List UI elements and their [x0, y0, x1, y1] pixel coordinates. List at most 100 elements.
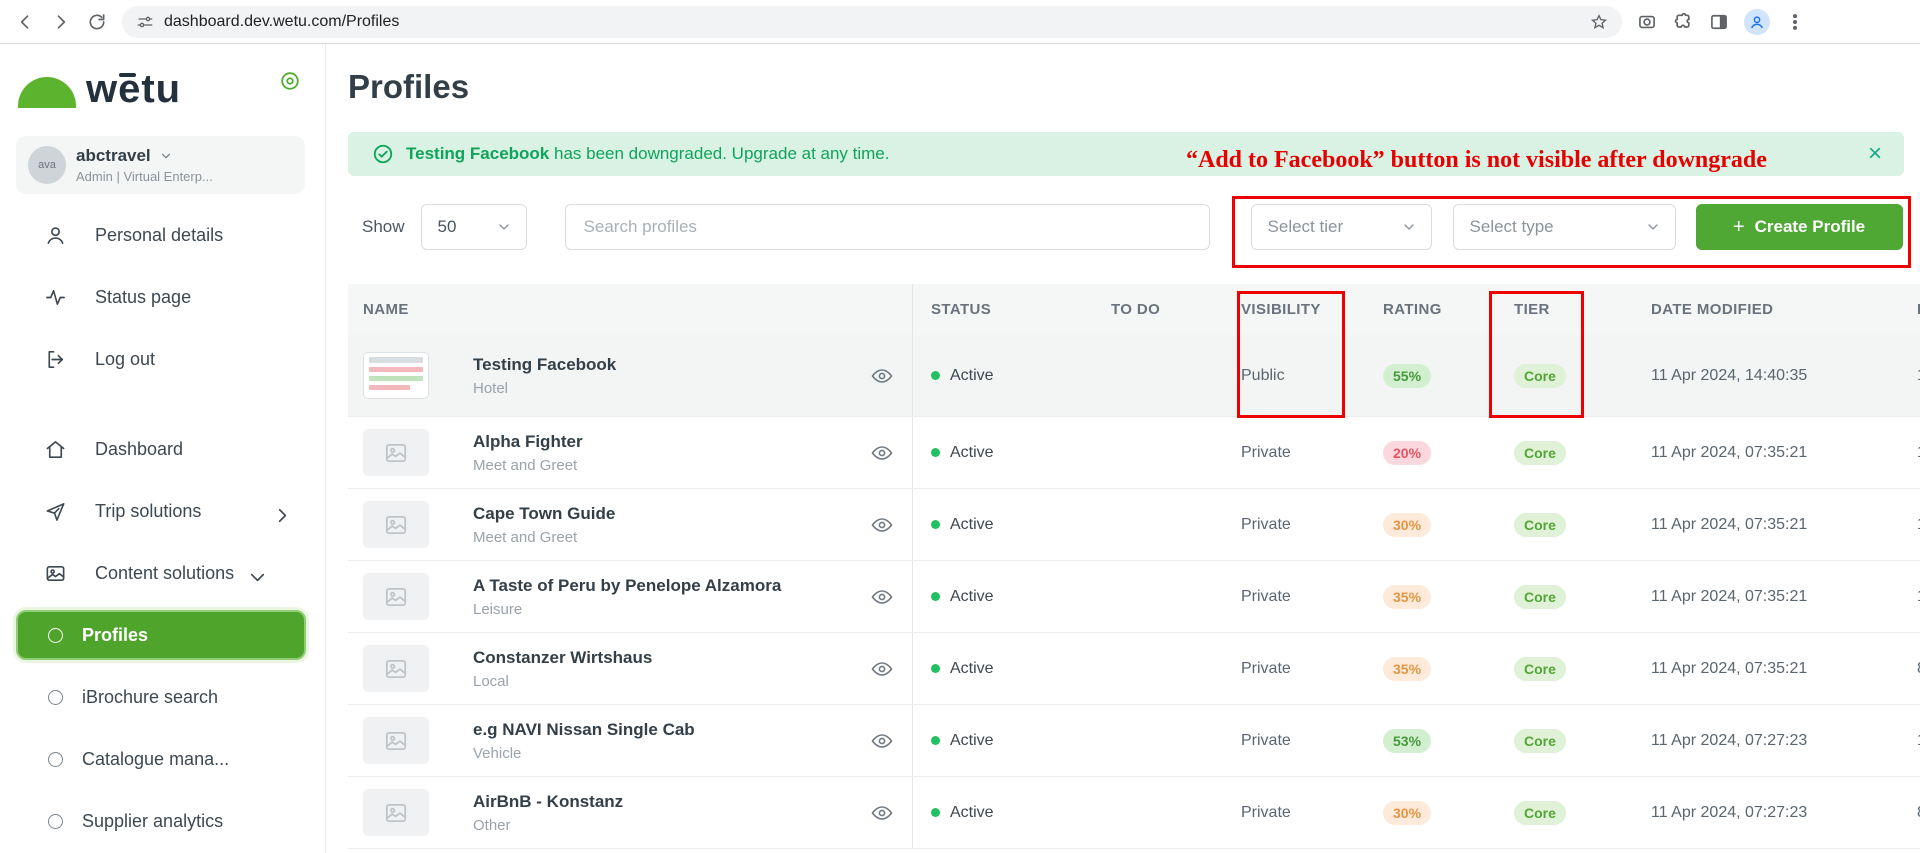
profile-type: Vehicle [473, 745, 695, 762]
preview-eye-icon[interactable] [870, 801, 894, 825]
account-avatar: ava [28, 146, 66, 184]
site-settings-icon[interactable] [136, 13, 154, 31]
clipped-cell: 1 [1899, 732, 1920, 750]
tier-badge: Core [1514, 729, 1566, 753]
logout-icon [44, 348, 67, 371]
visibility-value: Private [1223, 804, 1365, 822]
logo-wordmark: wetu [86, 70, 181, 108]
status-text: Active [950, 660, 994, 678]
circle-icon [48, 690, 63, 705]
column-header-status[interactable]: STATUS [913, 301, 1093, 318]
column-header-clipped[interactable]: D [1899, 301, 1920, 318]
status-text: Active [950, 804, 994, 822]
create-profile-button[interactable]: + Create Profile [1696, 204, 1903, 250]
date-modified: 11 Apr 2024, 07:35:21 [1633, 660, 1899, 678]
menu-item-status-page[interactable]: Status page [0, 266, 325, 328]
visibility-value: Private [1223, 516, 1365, 534]
sidebar-item-trip-solutions[interactable]: Trip solutions [0, 480, 325, 542]
side-panel-icon[interactable] [1708, 11, 1730, 33]
sidebar-item-ibrochure-search[interactable]: iBrochure search [0, 666, 325, 728]
account-name: abctravel [76, 146, 151, 166]
preview-eye-icon[interactable] [870, 513, 894, 537]
table-row[interactable]: Alpha Fighter Meet and Greet Active Priv… [348, 417, 1920, 489]
status-text: Active [950, 732, 994, 750]
reload-button[interactable] [86, 11, 108, 33]
date-modified: 11 Apr 2024, 07:35:21 [1633, 444, 1899, 462]
activity-icon [44, 286, 67, 309]
close-icon[interactable]: × [1868, 142, 1882, 166]
sidebar-item-catalogue-management[interactable]: Catalogue mana... [0, 728, 325, 790]
table-row[interactable]: Constanzer Wirtshaus Local Active Privat… [348, 633, 1920, 705]
sidebar-collapse-icon[interactable] [279, 70, 301, 97]
sidebar-item-supplier-analytics[interactable]: Supplier analytics [0, 790, 325, 852]
preview-eye-icon[interactable] [870, 364, 894, 388]
url-bar[interactable]: dashboard.dev.wetu.com/Profiles [122, 6, 1622, 38]
sidebar: wetu ava abctravel Admin | Virtual Enter… [0, 44, 326, 853]
preview-eye-icon[interactable] [870, 729, 894, 753]
profiles-table: NAME STATUS TO DO VISIBILITY RATING TIER… [348, 284, 1920, 849]
sidebar-item-profiles[interactable]: Profiles [16, 610, 306, 660]
profile-type: Local [473, 673, 652, 690]
account-role: Admin | Virtual Enterp... [76, 169, 213, 184]
person-icon [44, 224, 67, 247]
menu-item-log-out[interactable]: Log out [0, 328, 325, 390]
banner-text: Testing Facebook has been downgraded. Up… [406, 144, 890, 164]
date-modified: 11 Apr 2024, 07:35:21 [1633, 588, 1899, 606]
profile-type: Meet and Greet [473, 457, 583, 474]
column-header-name[interactable]: NAME [348, 284, 913, 335]
tier-select[interactable]: Select tier [1251, 204, 1432, 250]
account-card[interactable]: ava abctravel Admin | Virtual Enterp... [16, 136, 305, 194]
sidebar-item-dashboard[interactable]: Dashboard [0, 418, 325, 480]
chevron-down-icon [159, 149, 173, 163]
profile-name: Cape Town Guide [473, 503, 615, 525]
type-select[interactable]: Select type [1453, 204, 1676, 250]
sidebar-item-content-solutions[interactable]: Content solutions [0, 542, 325, 604]
tier-badge: Core [1514, 585, 1566, 609]
date-modified: 11 Apr 2024, 14:40:35 [1633, 367, 1899, 385]
thumbnail-placeholder [363, 429, 429, 476]
search-input[interactable] [565, 204, 1210, 250]
screen-capture-icon[interactable] [1636, 11, 1658, 33]
table-row[interactable]: A Taste of Peru by Penelope Alzamora Lei… [348, 561, 1920, 633]
tier-badge: Core [1514, 657, 1566, 681]
url-text: dashboard.dev.wetu.com/Profiles [164, 13, 1580, 31]
image-placeholder-icon [383, 656, 409, 682]
table-row[interactable]: Cape Town Guide Meet and Greet Active Pr… [348, 489, 1920, 561]
column-header-tier[interactable]: TIER [1496, 301, 1633, 318]
preview-eye-icon[interactable] [870, 657, 894, 681]
profile-name: Constanzer Wirtshaus [473, 647, 652, 669]
tier-badge: Core [1514, 441, 1566, 465]
back-button[interactable] [14, 11, 36, 33]
status-dot [931, 520, 940, 529]
preview-eye-icon[interactable] [870, 585, 894, 609]
column-header-date-modified[interactable]: DATE MODIFIED [1633, 301, 1899, 318]
clipped-cell: 8 [1899, 804, 1920, 822]
table-row[interactable]: e.g NAVI Nissan Single Cab Vehicle Activ… [348, 705, 1920, 777]
browser-profile-avatar[interactable] [1744, 9, 1770, 35]
wetu-logo: wetu [18, 70, 181, 108]
column-header-visibility[interactable]: VISIBILITY [1223, 301, 1365, 318]
date-modified: 11 Apr 2024, 07:35:21 [1633, 516, 1899, 534]
forward-button[interactable] [50, 11, 72, 33]
circle-icon [48, 814, 63, 829]
home-icon [44, 438, 67, 461]
rating-badge: 35% [1383, 657, 1431, 681]
clipped-cell: 1 [1899, 588, 1920, 606]
extensions-icon[interactable] [1672, 11, 1694, 33]
page-size-select[interactable]: 50 [421, 204, 527, 250]
preview-eye-icon[interactable] [870, 441, 894, 465]
menu-item-personal-details[interactable]: Personal details [0, 204, 325, 266]
image-icon [44, 562, 67, 585]
column-header-todo[interactable]: TO DO [1093, 301, 1223, 318]
image-placeholder-icon [383, 728, 409, 754]
table-header: NAME STATUS TO DO VISIBILITY RATING TIER… [348, 284, 1920, 335]
logo-arch-icon [18, 77, 76, 108]
browser-menu-icon[interactable] [1784, 11, 1806, 33]
column-header-rating[interactable]: RATING [1365, 301, 1496, 318]
table-row[interactable]: AirBnB - Konstanz Other Active Private 3… [348, 777, 1920, 849]
image-placeholder-icon [383, 512, 409, 538]
table-row[interactable]: Testing Facebook Hotel Active Public 55%… [348, 335, 1920, 417]
circle-icon [48, 752, 63, 767]
send-icon [44, 500, 67, 523]
bookmark-star-icon[interactable] [1590, 13, 1608, 31]
